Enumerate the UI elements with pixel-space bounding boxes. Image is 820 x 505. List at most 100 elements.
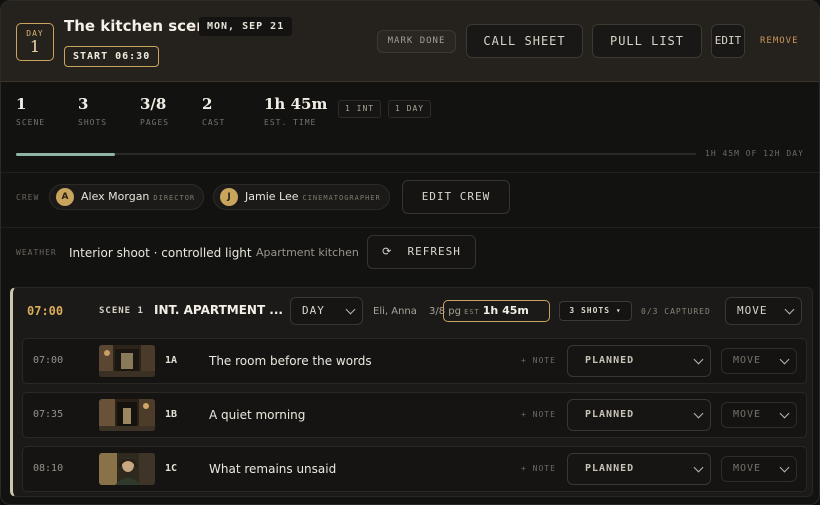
add-note-button[interactable]: + NOTE bbox=[521, 410, 556, 419]
shot-move-select[interactable]: MOVE bbox=[721, 348, 797, 374]
est-label: EST bbox=[464, 308, 480, 316]
day-progress-fill bbox=[16, 153, 116, 156]
stat-pages: 3/8 PAGES bbox=[140, 95, 169, 127]
chevron-down-icon bbox=[345, 304, 356, 315]
crew-name: Jamie Lee bbox=[245, 190, 299, 203]
add-note-button[interactable]: + NOTE bbox=[521, 356, 556, 365]
chevron-down-icon bbox=[784, 304, 795, 315]
remove-day-button[interactable]: REMOVE bbox=[760, 36, 799, 46]
shot-time: 08:10 bbox=[33, 463, 64, 474]
stat-value: 3/8 bbox=[140, 95, 167, 113]
divider bbox=[1, 172, 819, 173]
weather-location: Apartment kitchen bbox=[256, 246, 359, 259]
est-value: 1h 45m bbox=[482, 304, 529, 317]
crew-chip-alex-morgan[interactable]: A Alex Morgan DIRECTOR bbox=[49, 184, 205, 210]
stat-est-time: 1h 45m EST. TIME bbox=[264, 95, 327, 127]
edit-crew-button[interactable]: EDIT CREW bbox=[402, 180, 510, 214]
app-frame: DAY 1 The kitchen scene MON, SEP 21 STAR… bbox=[0, 0, 820, 505]
shot-time: 07:00 bbox=[33, 355, 64, 366]
shot-title[interactable]: A quiet morning bbox=[209, 408, 305, 422]
move-label: MOVE bbox=[733, 463, 762, 474]
divider bbox=[1, 227, 819, 228]
stat-cast: 2 CAST bbox=[202, 95, 225, 127]
shot-title[interactable]: What remains unsaid bbox=[209, 462, 336, 476]
shot-id: 1C bbox=[165, 463, 178, 474]
chevron-down-icon bbox=[693, 408, 704, 419]
weather-label: WEATHER bbox=[16, 248, 57, 257]
day-progress-bar bbox=[16, 153, 696, 156]
add-note-button[interactable]: + NOTE bbox=[521, 464, 556, 473]
int-count-tag: 1 INT bbox=[338, 100, 382, 118]
edit-day-button[interactable]: EDIT bbox=[711, 24, 745, 58]
scene-card: 07:00 SCENE 1 INT. APARTMENT ... DAY Eli… bbox=[10, 287, 813, 497]
status-value: PLANNED bbox=[585, 355, 635, 366]
stat-value: 2 bbox=[202, 95, 213, 113]
shot-row[interactable]: 07:35 1B A quiet morning + NOTE PLANNED bbox=[22, 392, 807, 438]
status-value: PLANNED bbox=[585, 463, 635, 474]
avatar: J bbox=[220, 188, 238, 206]
chevron-down-icon bbox=[779, 408, 790, 419]
day-title[interactable]: The kitchen scene bbox=[64, 17, 217, 35]
crew-role: CINEMATOGRAPHER bbox=[302, 194, 381, 202]
scene-move-select[interactable]: MOVE bbox=[725, 297, 802, 325]
scene-time: 07:00 bbox=[27, 304, 64, 318]
time-of-day-select[interactable]: DAY bbox=[290, 297, 363, 325]
scene-number: SCENE 1 bbox=[99, 306, 144, 316]
refresh-weather-button[interactable]: ⟳ REFRESH bbox=[367, 235, 476, 269]
shot-id: 1B bbox=[165, 409, 178, 420]
stat-value: 3 bbox=[78, 95, 89, 113]
move-label: MOVE bbox=[737, 304, 768, 317]
shot-row[interactable]: 08:10 1C What remains unsaid + NOTE PLAN… bbox=[22, 446, 807, 492]
thumbnail-image bbox=[99, 345, 155, 377]
day-count-tag: 1 DAY bbox=[388, 100, 432, 118]
scene-cast: Eli, Anna bbox=[373, 306, 417, 317]
crew-label: CREW bbox=[16, 193, 40, 202]
crew-name: Alex Morgan bbox=[81, 190, 150, 203]
weather-summary: Interior shoot · controlled light bbox=[69, 246, 252, 260]
chevron-down-icon bbox=[693, 354, 704, 365]
day-badge: DAY 1 bbox=[16, 23, 54, 61]
shots-toggle[interactable]: 3 SHOTS ▾ bbox=[559, 301, 632, 321]
shot-move-select[interactable]: MOVE bbox=[721, 402, 797, 428]
shot-title[interactable]: The room before the words bbox=[209, 354, 372, 368]
crew-role: DIRECTOR bbox=[153, 194, 196, 202]
shot-time: 07:35 bbox=[33, 409, 64, 420]
stat-label: CAST bbox=[202, 118, 226, 127]
mark-done-button[interactable]: MARK DONE bbox=[377, 30, 456, 53]
shot-thumbnail bbox=[99, 345, 155, 377]
shot-move-select[interactable]: MOVE bbox=[721, 456, 797, 482]
call-sheet-button[interactable]: CALL SHEET bbox=[466, 24, 583, 58]
shot-id: 1A bbox=[165, 355, 178, 366]
shot-thumbnail bbox=[99, 399, 155, 431]
time-of-day-value: DAY bbox=[302, 304, 325, 317]
refresh-label: REFRESH bbox=[407, 245, 461, 258]
chevron-down-icon bbox=[693, 462, 704, 473]
captured-count: 0/3 CAPTURED bbox=[641, 307, 711, 316]
day-header: DAY 1 The kitchen scene MON, SEP 21 STAR… bbox=[1, 1, 819, 82]
chevron-down-icon bbox=[779, 462, 790, 473]
move-label: MOVE bbox=[733, 409, 762, 420]
shot-status-select[interactable]: PLANNED bbox=[567, 399, 711, 431]
stat-scenes: 1 SCENE bbox=[16, 95, 45, 127]
stat-label: SHOTS bbox=[78, 118, 108, 127]
stat-value: 1h 45m bbox=[264, 95, 328, 113]
date-badge: MON, SEP 21 bbox=[199, 17, 293, 36]
shot-status-select[interactable]: PLANNED bbox=[567, 453, 711, 485]
scene-est-time: EST 1h 45m bbox=[443, 300, 550, 322]
refresh-icon: ⟳ bbox=[382, 245, 393, 258]
stat-value: 1 bbox=[16, 95, 27, 113]
status-value: PLANNED bbox=[585, 409, 635, 420]
crew-chip-jamie-lee[interactable]: J Jamie Lee CINEMATOGRAPHER bbox=[213, 184, 390, 210]
shot-thumbnail bbox=[99, 453, 155, 485]
thumbnail-image bbox=[99, 399, 155, 431]
avatar: A bbox=[56, 188, 74, 206]
day-progress-label: 1H 45M OF 12H DAY bbox=[705, 149, 804, 158]
pull-list-button[interactable]: PULL LIST bbox=[592, 24, 702, 58]
start-time-button[interactable]: START 06:30 bbox=[64, 46, 160, 67]
chevron-down-icon bbox=[779, 354, 790, 365]
shot-status-select[interactable]: PLANNED bbox=[567, 345, 711, 377]
scene-heading[interactable]: INT. APARTMENT ... bbox=[154, 303, 283, 317]
day-badge-number: 1 bbox=[29, 37, 41, 56]
shot-row[interactable]: 07:00 1A The room before the words + NOT… bbox=[22, 338, 807, 384]
stat-label: PAGES bbox=[140, 118, 170, 127]
